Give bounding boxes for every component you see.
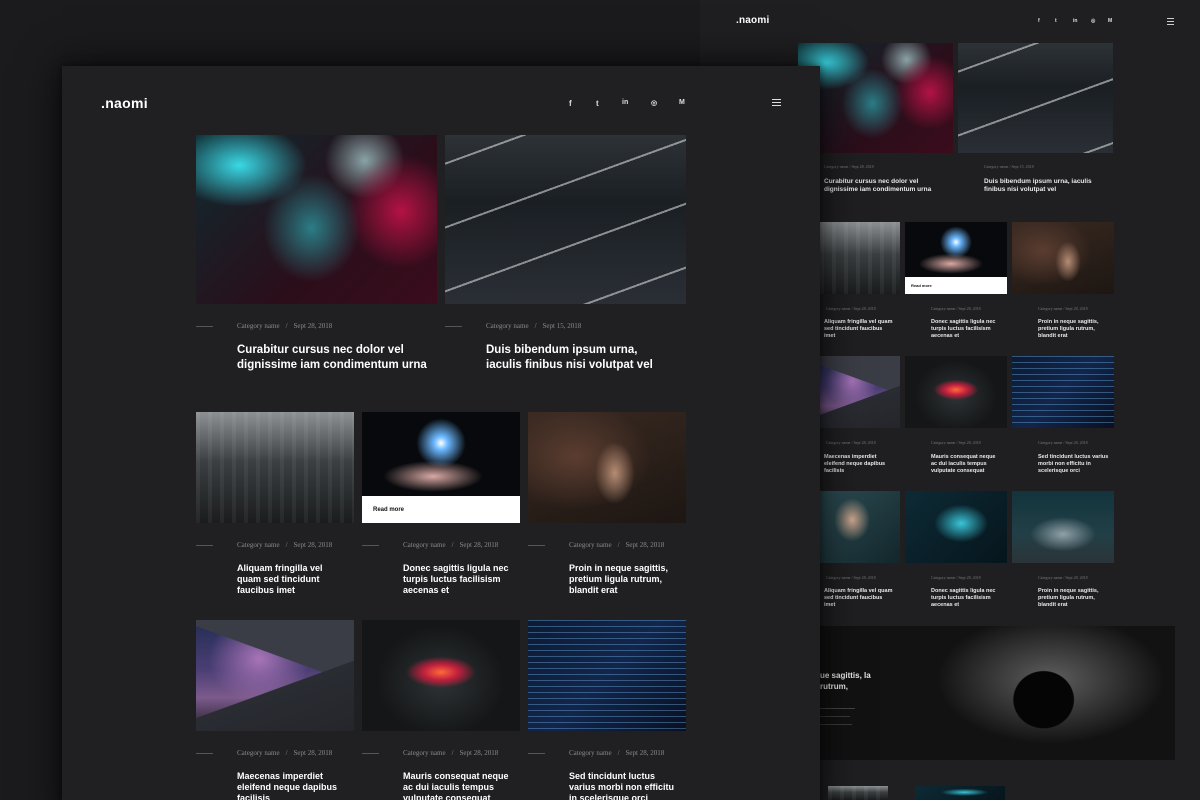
back-row3-image-2[interactable] (905, 491, 1007, 563)
back-row1-meta-1: Category name / Sept 28, 2018 (826, 306, 876, 311)
back-row2-image-2[interactable] (905, 356, 1007, 428)
menu-icon[interactable] (772, 99, 781, 108)
back-row1-meta-3: Category name / Sept 28, 2018 (1038, 306, 1088, 311)
post-image-woman[interactable] (528, 412, 686, 523)
featured-title-2[interactable]: Duis bibendum ipsum urna, iaculis finibu… (486, 343, 676, 372)
read-more-button[interactable]: Read more (362, 496, 520, 523)
post-meta: Category name / Sept 28, 2018 (403, 541, 499, 549)
linkedin-icon[interactable]: in (622, 99, 628, 106)
back-facebook-icon[interactable]: f (1038, 18, 1040, 24)
meta-divider (362, 545, 379, 546)
meta-divider (362, 753, 379, 754)
back-read-more-button[interactable]: Read more (905, 277, 1007, 294)
back-row2-meta-1: Category name / Sept 28, 2018 (826, 440, 876, 445)
featured-image-2[interactable] (445, 135, 686, 304)
medium-icon[interactable]: M (679, 99, 685, 106)
back-row4-image-2[interactable] (915, 786, 1005, 800)
back-row3-meta-2: Category name / Sept 28, 2018 (931, 575, 981, 580)
meta-divider (196, 326, 213, 327)
post-meta: Category name / Sept 28, 2018 (403, 749, 499, 757)
back-row1-image-3[interactable] (1012, 222, 1114, 294)
post-title[interactable]: Maecenas imperdiet eleifend neque dapibu… (237, 771, 347, 800)
instagram-icon[interactable]: ◎ (651, 99, 657, 107)
post-title[interactable]: Sed tincidunt luctus varius morbi non ef… (569, 771, 684, 800)
post-image-mountain[interactable] (196, 620, 354, 731)
back-instagram-icon[interactable]: ◎ (1091, 18, 1095, 24)
back-row3-meta-1: Category name / Sept 28, 2018 (826, 575, 876, 580)
back-featured-title-2[interactable]: Duis bibendum ipsum urna, iaculis finibu… (984, 178, 1104, 194)
post-title[interactable]: Donec sagittis ligula nec turpis luctus … (403, 563, 518, 596)
back-featured-image-1[interactable] (798, 43, 953, 153)
back-banner-text-line (820, 716, 850, 717)
post-image-laptop[interactable] (362, 620, 520, 731)
post-title[interactable]: Mauris consequat neque ac dui iaculis te… (403, 771, 518, 800)
post-image-code[interactable] (528, 620, 686, 731)
post-meta: Category name / Sept 28, 2018 (569, 541, 665, 549)
back-row1-meta-2: Category name / Sept 28, 2018 (931, 306, 981, 311)
back-featured-image-2[interactable] (958, 43, 1113, 153)
back-banner-title[interactable]: ue sagittis, la rutrum, (820, 670, 880, 692)
back-banner-text-line (820, 724, 852, 725)
meta-divider (528, 753, 545, 754)
back-row2-title-3[interactable]: Sed tincidunt luctus varius morbi non ef… (1038, 454, 1110, 475)
featured-meta-2: Category name / Sept 15, 2018 (486, 322, 582, 330)
back-logo[interactable]: .naomi (736, 15, 769, 26)
back-row2-title-1[interactable]: Maecenas imperdiet eleifend neque dapibu… (824, 454, 894, 475)
twitter-icon[interactable]: t (596, 99, 599, 108)
back-row2-meta-2: Category name / Sept 28, 2018 (931, 440, 981, 445)
back-row1-title-1[interactable]: Aliquam fringilla vel quam sed tincidunt… (824, 319, 894, 340)
back-feature-banner[interactable] (820, 626, 1175, 760)
back-featured-meta-2: Category name / Sept 15, 2018 (984, 164, 1034, 169)
back-menu-icon[interactable] (1167, 18, 1174, 27)
meta-divider (196, 753, 213, 754)
post-title[interactable]: Aliquam fringilla vel quam sed tincidunt… (237, 563, 342, 596)
back-medium-icon[interactable]: M (1108, 18, 1112, 24)
featured-image-1[interactable] (196, 135, 437, 304)
back-row2-image-3[interactable] (1012, 356, 1114, 428)
back-featured-title-1[interactable]: Curabitur cursus nec dolor vel dignissim… (824, 178, 944, 194)
back-row1-image-1[interactable] (820, 222, 900, 294)
back-row4-image-1[interactable] (828, 786, 888, 800)
back-twitter-icon[interactable]: t (1055, 18, 1057, 24)
back-row2-meta-3: Category name / Sept 28, 2018 (1038, 440, 1088, 445)
post-meta: Category name / Sept 28, 2018 (237, 749, 333, 757)
facebook-icon[interactable]: f (569, 99, 572, 108)
back-row3-meta-3: Category name / Sept 28, 2018 (1038, 575, 1088, 580)
meta-divider (196, 545, 213, 546)
featured-title-1[interactable]: Curabitur cursus nec dolor vel dignissim… (237, 343, 427, 372)
back-row3-title-1[interactable]: Aliquam fringilla vel quam sed tincidunt… (824, 588, 894, 609)
back-row2-title-2[interactable]: Mauris consequat neque ac dui iaculis te… (931, 454, 1003, 475)
back-row2-image-1[interactable] (820, 356, 900, 428)
back-row3-image-3[interactable] (1012, 491, 1114, 563)
front-logo[interactable]: .naomi (101, 95, 148, 111)
back-row3-title-3[interactable]: Proin in neque sagittis, pretium ligula … (1038, 588, 1110, 609)
post-title[interactable]: Proin in neque sagittis, pretium ligula … (569, 563, 679, 596)
back-row3-title-2[interactable]: Donec sagittis ligula nec turpis luctus … (931, 588, 1003, 609)
back-row3-image-1[interactable] (820, 491, 900, 563)
meta-divider (445, 326, 462, 327)
featured-meta-1: Category name / Sept 28, 2018 (237, 322, 333, 330)
post-meta: Category name / Sept 28, 2018 (569, 749, 665, 757)
post-image-station[interactable] (196, 412, 354, 523)
meta-divider (528, 545, 545, 546)
back-banner-text-line (820, 708, 855, 709)
back-featured-meta-1: Category name / Sept 28, 2018 (824, 164, 874, 169)
back-row1-title-2[interactable]: Donec sagittis ligula nec turpis luctus … (931, 319, 1003, 340)
post-meta: Category name / Sept 28, 2018 (237, 541, 333, 549)
back-row1-title-3[interactable]: Proin in neque sagittis, pretium ligula … (1038, 319, 1110, 340)
back-linkedin-icon[interactable]: in (1073, 18, 1077, 24)
